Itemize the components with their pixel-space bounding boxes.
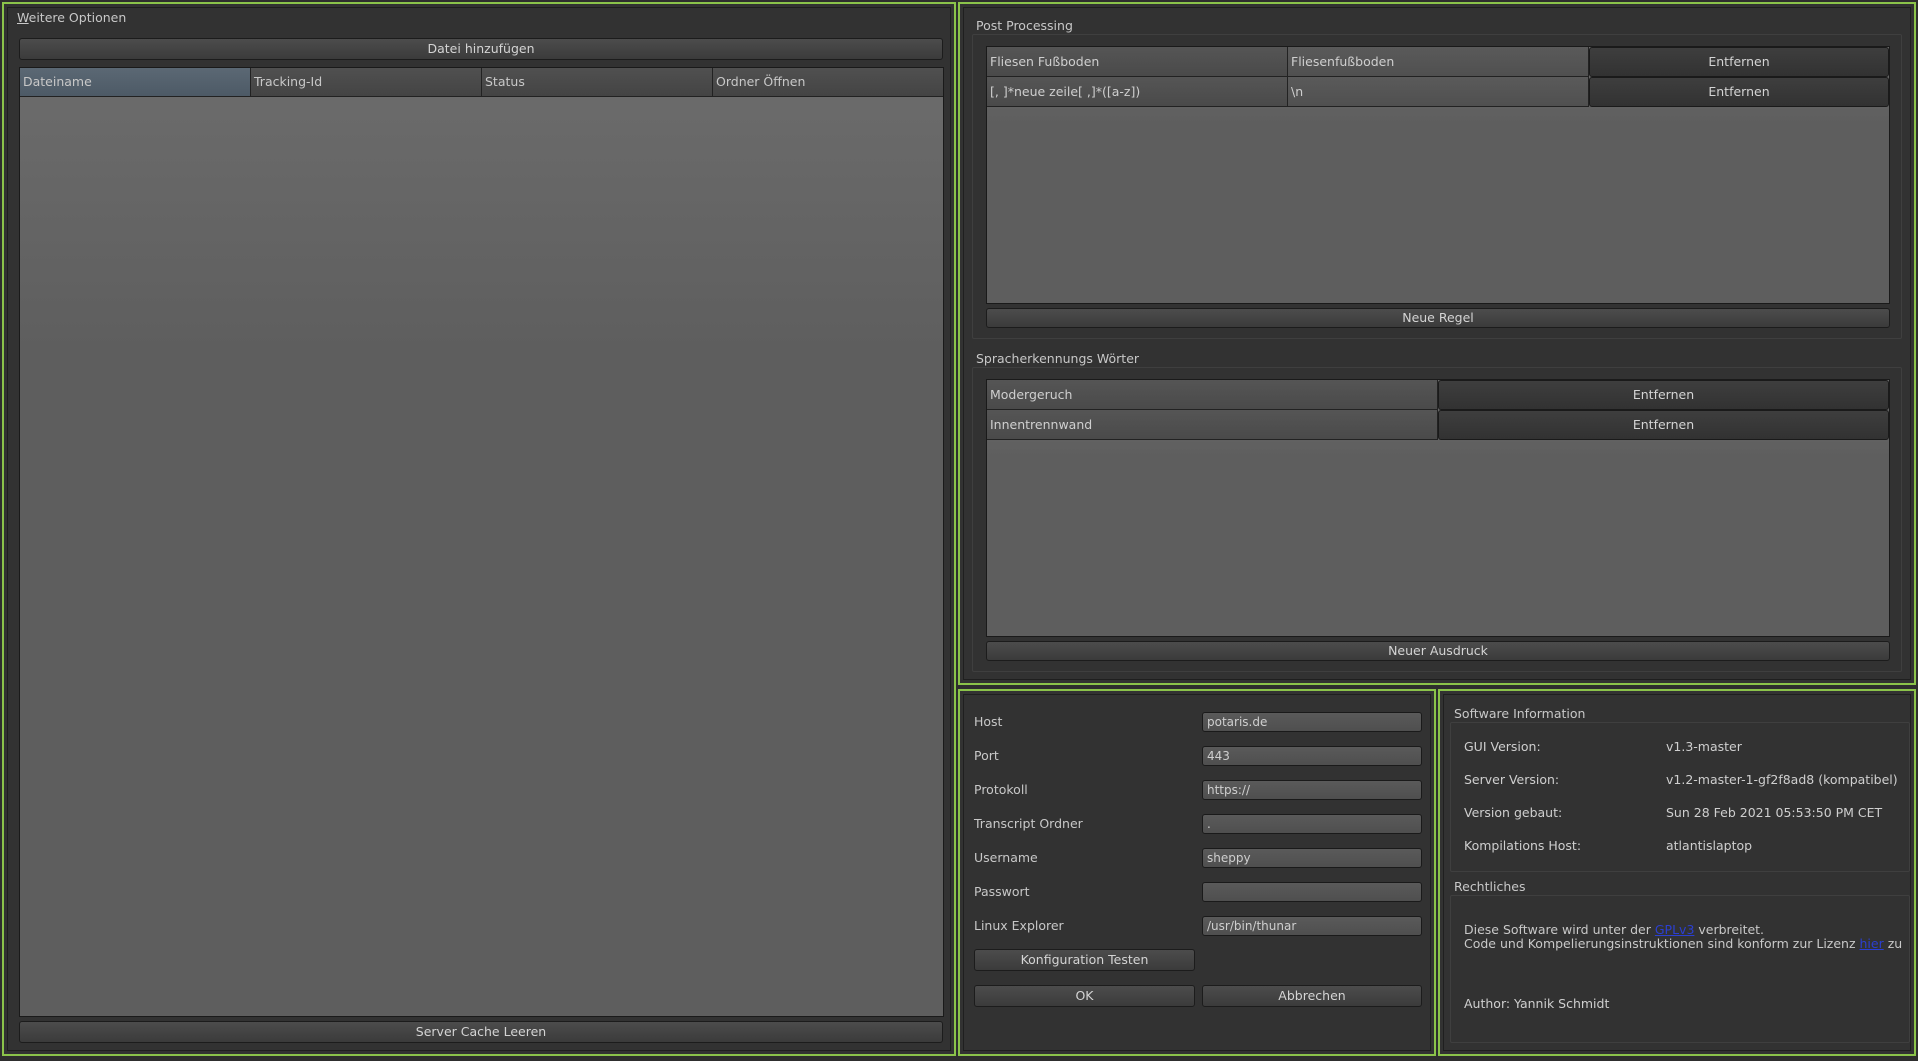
username-label: Username [974, 850, 1038, 865]
legal-line1-post: verbreitet. [1694, 923, 1765, 937]
port-field[interactable]: 443 [1202, 746, 1422, 766]
transcript-folder-label: Transcript Ordner [974, 816, 1083, 831]
speech-words-table: Modergeruch Entfernen Innentrennwand Ent… [986, 379, 1890, 637]
add-file-button[interactable]: Datei hinzufügen [19, 38, 943, 60]
author-text: Author: Yannik Schmidt [1464, 996, 1610, 1011]
rules-panel: Post Processing Fliesen Fußboden Fliesen… [958, 2, 1916, 685]
build-date-label: Version gebaut: [1464, 805, 1563, 820]
password-field[interactable] [1202, 882, 1422, 902]
protocol-field[interactable]: https:// [1202, 780, 1422, 800]
column-header-status[interactable]: Status [482, 68, 713, 97]
clear-server-cache-button[interactable]: Server Cache Leeren [19, 1021, 943, 1043]
title-mnemonic: W [17, 10, 29, 25]
compile-host-label: Kompilations Host: [1464, 838, 1582, 853]
new-expression-button[interactable]: Neuer Ausdruck [986, 641, 1890, 661]
rule-replacement[interactable]: \n [1288, 77, 1589, 107]
remove-word-button[interactable]: Entfernen [1438, 410, 1889, 440]
speech-word[interactable]: Modergeruch [987, 380, 1438, 410]
legal-line2-post: zug [1887, 936, 1902, 951]
password-label: Passwort [974, 884, 1030, 899]
left-panel: Weitere Optionen Datei hinzufügen Datein… [2, 2, 956, 1056]
transcript-folder-field[interactable]: . [1202, 814, 1422, 834]
rule-pattern[interactable]: Fliesen Fußboden [987, 47, 1288, 77]
speech-words-title: Spracherkennungs Wörter [976, 351, 1140, 366]
gplv3-link[interactable]: GPLv3 [1655, 923, 1695, 937]
compile-host-value: atlantislaptop [1666, 838, 1753, 853]
column-header-open-folder[interactable]: Ordner Öffnen [713, 68, 943, 97]
legal-group [1450, 895, 1910, 1043]
new-rule-button[interactable]: Neue Regel [986, 308, 1890, 328]
gui-version-label: GUI Version: [1464, 739, 1541, 754]
column-header-tracking-id[interactable]: Tracking-Id [251, 68, 482, 97]
test-config-button[interactable]: Konfiguration Testen [974, 949, 1195, 971]
server-version-label: Server Version: [1464, 772, 1560, 787]
software-info-title: Software Information [1454, 706, 1586, 721]
ok-button[interactable]: OK [974, 985, 1195, 1007]
legal-line1-pre: Diese Software wird unter der [1464, 923, 1655, 937]
build-date-value: Sun 28 Feb 2021 05:53:50 PM CET [1666, 805, 1883, 820]
software-info-panel: Software Information GUI Version: v1.3-m… [1438, 689, 1916, 1056]
remove-rule-button[interactable]: Entfernen [1589, 77, 1889, 107]
legal-title: Rechtliches [1454, 879, 1526, 894]
legal-text: Diese Software wird unter der GPLv3 verb… [1464, 923, 1902, 951]
file-table: Dateiname Tracking-Id Status Ordner Öffn… [19, 67, 944, 1017]
speech-word[interactable]: Innentrennwand [987, 410, 1438, 440]
config-panel: Host potaris.de Port 443 Protokoll https… [958, 689, 1436, 1056]
cancel-button[interactable]: Abbrechen [1202, 985, 1422, 1007]
server-version-value: v1.2-master-1-gf2f8ad8 (kompatibel) [1666, 772, 1898, 787]
username-field[interactable]: sheppy [1202, 848, 1422, 868]
left-panel-title: Weitere Optionen [17, 10, 126, 25]
rule-replacement[interactable]: Fliesenfußboden [1288, 47, 1589, 77]
port-label: Port [974, 748, 999, 763]
source-link[interactable]: hier [1860, 936, 1884, 951]
linux-explorer-field[interactable]: /usr/bin/thunar [1202, 916, 1422, 936]
post-processing-title: Post Processing [976, 18, 1073, 33]
post-processing-table: Fliesen Fußboden Fliesenfußboden Entfern… [986, 46, 1890, 304]
gui-version-value: v1.3-master [1666, 739, 1742, 754]
rule-pattern[interactable]: [, ]*neue zeile[ ,]*([a-z]) [987, 77, 1288, 107]
host-field[interactable]: potaris.de [1202, 712, 1422, 732]
remove-rule-button[interactable]: Entfernen [1589, 47, 1889, 77]
column-header-filename[interactable]: Dateiname [20, 68, 251, 97]
title-rest: eitere Optionen [28, 10, 127, 25]
host-label: Host [974, 714, 1003, 729]
linux-explorer-label: Linux Explorer [974, 918, 1064, 933]
remove-word-button[interactable]: Entfernen [1438, 380, 1889, 410]
protocol-label: Protokoll [974, 782, 1028, 797]
legal-line2-pre: Code und Kompelierungsinstruktionen sind… [1464, 936, 1860, 951]
